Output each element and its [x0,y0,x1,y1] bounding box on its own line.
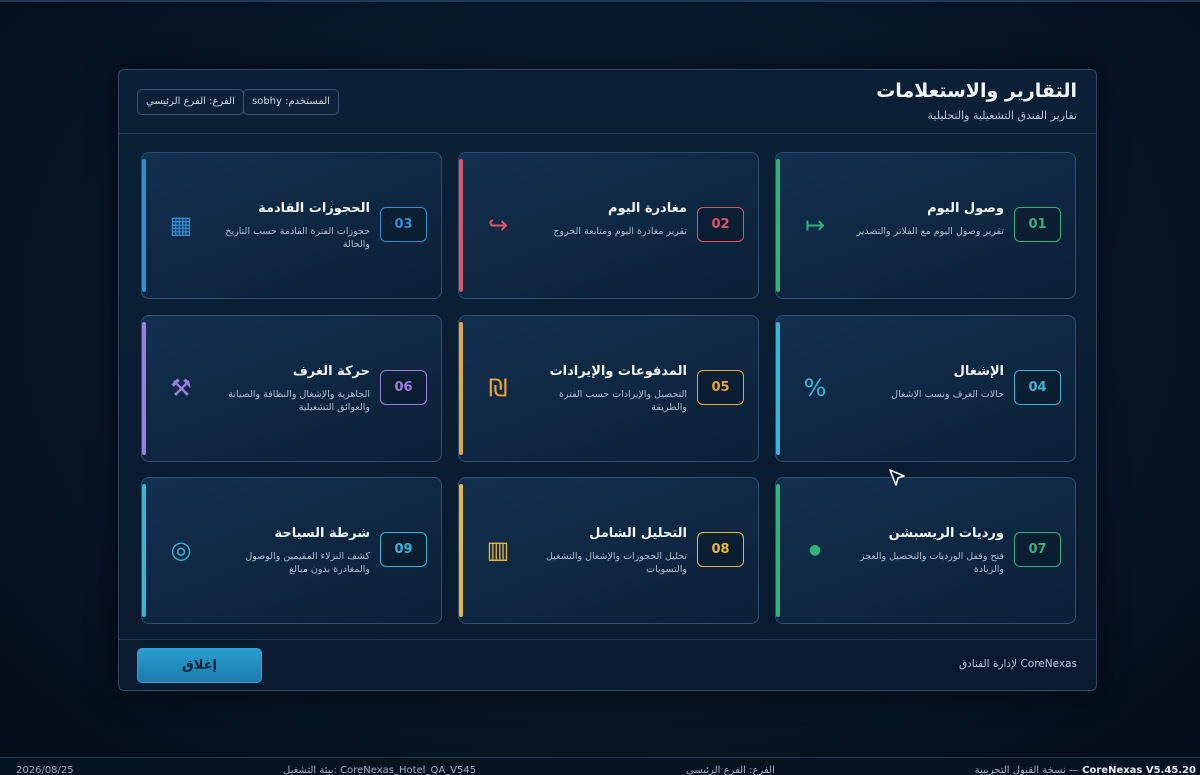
window-top-border [0,0,1200,2]
status-app-name: CoreNexas V5.45.20 [1082,765,1196,775]
card-title: المدفوعات والإيرادات [549,364,687,379]
user-chip: المستخدم: sobhy [243,89,339,115]
card-title: شرطة السياحة [274,526,370,541]
card-title: وصول اليوم [927,201,1004,216]
card-title: التحليل الشامل [589,526,687,541]
card-number-badge: 03 [380,207,427,242]
shekel-icon: ₪ [488,374,508,402]
card-title: حركة الغرف [292,364,370,379]
card-title: الإشغال [953,364,1004,379]
dialog-title: التقارير والاستعلامات [876,80,1077,102]
card-title: ورديات الريسبشن [888,526,1004,541]
dialog-subtitle: تقارير الفندق التشغيلية والتحليلية [927,109,1078,122]
card-description: التحصيل والإيرادات حسب الفترة والطريقة [559,389,687,413]
card-accent-bar [459,159,463,292]
report-card-07[interactable]: 07 ورديات الريسبشن فتح وقفل الورديات والتح… [775,477,1076,624]
report-card-01[interactable]: 01 وصول اليوم تقرير وصول اليوم مع الفلاتر … [775,152,1076,299]
grid-icon: ▦ [169,211,193,239]
card-accent-bar [776,159,780,292]
card-accent-bar [142,484,146,617]
card-accent-bar [459,322,463,455]
card-number-badge: 07 [1014,532,1061,567]
status-environment: بيئة التشغيل: CoreNexas_Hotel_QA_V545 [283,765,477,775]
status-bar: 2026/08/25 بيئة التشغيل: CoreNexas_Hotel… [0,757,1200,775]
card-accent-bar [142,159,146,292]
percent-icon: % [803,374,827,402]
status-app-note: — نسخة القبول التجريبية [974,765,1079,775]
card-description: تحليل الحجوزات والإشغال والتشغيل والتسوي… [545,551,687,575]
card-title: الحجوزات القادمة [258,201,370,216]
card-description: تقرير مغادرة اليوم ومتابعة الخروج [553,226,687,237]
reports-dialog: التقارير والاستعلامات تقارير الفندق التش… [118,69,1097,691]
report-card-08[interactable]: 08 التحليل الشامل تحليل الحجوزات والإشغال … [458,477,759,624]
card-description: حالات الغرف ونسب الإشغال [891,389,1004,400]
dialog-footer: CoreNexas لإدارة الفنادق إغلاق [119,639,1096,690]
return-arrow-icon: ↪ [487,211,509,239]
card-number-badge: 02 [697,207,744,242]
card-number-badge: 08 [697,532,744,567]
card-description: كشف النزلاء المقيمين والوصول والمغادرة ب… [245,551,370,575]
branch-chip: الفرع: الفرع الرئيسي [137,89,244,115]
dot-icon: ● [808,542,822,558]
footer-brand-note: CoreNexas لإدارة الفنادق [958,658,1077,670]
mouse-cursor-icon [889,469,905,486]
close-button[interactable]: إغلاق [137,648,262,683]
status-date: 2026/08/25 [16,765,74,775]
card-number-badge: 06 [380,370,427,405]
card-description: الجاهزية والإشغال والنظافة والصيانة والع… [228,389,370,413]
card-accent-bar [776,484,780,617]
card-number-badge: 01 [1014,207,1061,242]
report-card-02[interactable]: 02 مغادرة اليوم تقرير مغادرة اليوم ومتابعة… [458,152,759,299]
bars-icon: ▥ [486,536,510,564]
card-accent-bar [459,484,463,617]
dialog-header: التقارير والاستعلامات تقارير الفندق التش… [119,70,1096,134]
card-description: فتح وقفل الورديات والتحصيل والعجز والزيا… [860,551,1004,575]
card-number-badge: 09 [380,532,427,567]
card-description: تقرير وصول اليوم مع الفلاتر والتصدير [856,226,1004,237]
hammer-pick-icon: ⚒ [170,374,192,402]
card-accent-bar [142,322,146,455]
status-app-version: CoreNexas V5.45.20 — نسخة القبول التجريب… [975,765,1196,775]
card-number-badge: 05 [697,370,744,405]
card-title: مغادرة اليوم [608,201,687,216]
report-card-09[interactable]: 09 شرطة السياحة كشف النزلاء المقيمين والوص… [141,477,442,624]
arrow-to-bar-icon: ↦ [804,211,826,239]
report-card-04[interactable]: 04 الإشغال حالات الغرف ونسب الإشغال% [775,315,1076,462]
report-card-06[interactable]: 06 حركة الغرف الجاهزية والإشغال والنظافة و… [141,315,442,462]
card-number-badge: 04 [1014,370,1061,405]
card-description: حجوزات الفترة القادمة حسب التاريخ والحال… [225,226,370,250]
report-card-03[interactable]: 03 الحجوزات القادمة حجوزات الفترة القادمة … [141,152,442,299]
report-card-05[interactable]: 05 المدفوعات والإيرادات التحصيل والإيرادات… [458,315,759,462]
target-icon: ◎ [170,536,192,564]
status-branch: الفرع: الفرع الرئيسي [686,765,775,775]
card-accent-bar [776,322,780,455]
